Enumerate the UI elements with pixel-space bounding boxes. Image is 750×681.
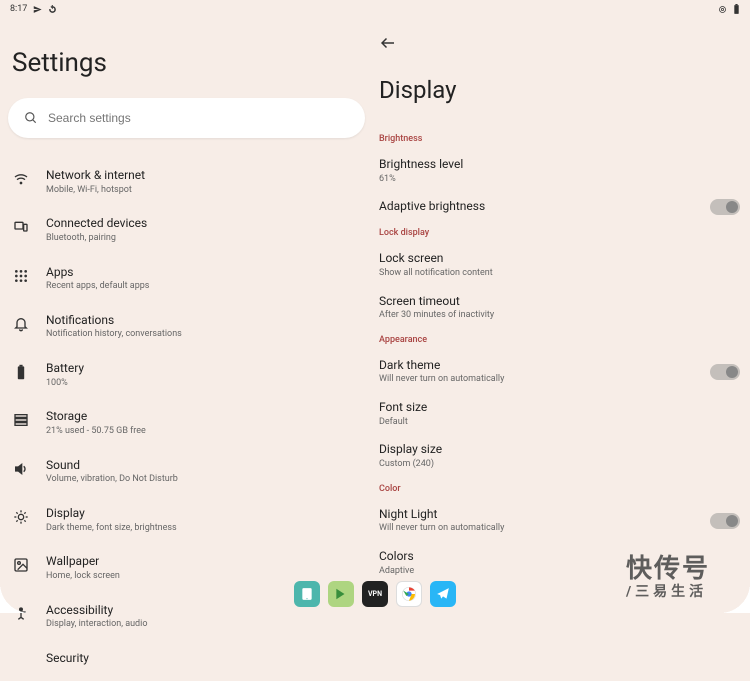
sidebar-item-apps[interactable]: AppsRecent apps, default apps — [12, 255, 363, 303]
sidebar-item-display[interactable]: DisplayDark theme, font size, brightness — [12, 496, 363, 544]
status-time: 8:17 — [10, 4, 27, 14]
sidebar-item-sound[interactable]: SoundVolume, vibration, Do Not Disturb — [12, 448, 363, 496]
item-sub: Volume, vibration, Do Not Disturb — [46, 474, 363, 486]
setting-sub: After 30 minutes of inactivity — [379, 310, 746, 322]
item-sub: Bluetooth, pairing — [46, 233, 363, 245]
sync-icon — [48, 5, 57, 14]
section-header: Color — [375, 478, 750, 500]
setting-title: Display size — [379, 442, 746, 458]
status-bar: 8:17 — [0, 0, 750, 18]
setting-title: Dark theme — [379, 358, 710, 374]
item-title: Network & internet — [46, 168, 363, 184]
item-title: Security — [46, 651, 363, 667]
bell-icon — [12, 315, 30, 333]
section-brightness: Brightness Brightness level61% Adaptive … — [375, 128, 750, 222]
wifi-icon — [12, 170, 30, 188]
item-title: Sound — [46, 458, 363, 474]
item-title: Notifications — [46, 313, 363, 329]
row-screen-timeout[interactable]: Screen timeoutAfter 30 minutes of inacti… — [375, 287, 750, 329]
item-title: Display — [46, 506, 363, 522]
section-header: Brightness — [375, 128, 750, 150]
taskbar-chrome[interactable] — [396, 581, 422, 607]
sidebar-item-battery[interactable]: Battery100% — [12, 351, 363, 399]
section-lock-display: Lock display Lock screenShow all notific… — [375, 222, 750, 329]
wallpaper-icon — [12, 556, 30, 574]
sidebar-item-devices[interactable]: Connected devicesBluetooth, pairing — [12, 206, 363, 254]
sidebar-item-security[interactable]: Security — [12, 641, 363, 681]
setting-sub: Default — [379, 417, 746, 429]
devices-icon — [12, 218, 30, 236]
setting-sub: 61% — [379, 174, 746, 186]
toggle-night-light[interactable] — [710, 513, 740, 529]
section-header: Lock display — [375, 222, 750, 244]
item-sub: 100% — [46, 378, 363, 390]
search-icon — [24, 111, 38, 125]
sidebar-item-storage[interactable]: Storage21% used - 50.75 GB free — [12, 399, 363, 447]
display-pane: Display Brightness Brightness level61% A… — [375, 18, 750, 613]
battery-status-icon — [733, 4, 740, 15]
section-header: Appearance — [375, 329, 750, 351]
setting-title: Lock screen — [379, 251, 746, 267]
item-sub: 21% used - 50.75 GB free — [46, 426, 363, 438]
setting-title: Screen timeout — [379, 294, 746, 310]
taskbar-play-store[interactable] — [328, 581, 354, 607]
row-lock-screen[interactable]: Lock screenShow all notification content — [375, 244, 750, 286]
sound-icon — [12, 460, 30, 478]
setting-title: Font size — [379, 400, 746, 416]
item-title: Apps — [46, 265, 363, 281]
item-sub: Notification history, conversations — [46, 329, 363, 341]
item-title: Battery — [46, 361, 363, 377]
watermark: 快传号/三易生活 — [626, 548, 710, 601]
settings-pane: Settings Network & internetMobile, Wi-Fi… — [0, 18, 375, 613]
display-icon — [12, 508, 30, 526]
item-sub: Recent apps, default apps — [46, 281, 363, 293]
taskbar-telegram[interactable] — [430, 581, 456, 607]
row-dark-theme[interactable]: Dark themeWill never turn on automatical… — [375, 351, 750, 393]
display-title: Display — [375, 52, 750, 128]
toggle-adaptive-brightness[interactable] — [710, 199, 740, 215]
storage-icon — [12, 411, 30, 429]
setting-sub: Will never turn on automatically — [379, 523, 710, 535]
corner-decoration — [0, 583, 30, 613]
back-button[interactable] — [375, 18, 750, 52]
toggle-dark-theme[interactable] — [710, 364, 740, 380]
setting-sub: Will never turn on automatically — [379, 374, 710, 386]
item-title: Storage — [46, 409, 363, 425]
search-input[interactable] — [48, 111, 349, 125]
row-night-light[interactable]: Night LightWill never turn on automatica… — [375, 500, 750, 542]
row-brightness-level[interactable]: Brightness level61% — [375, 150, 750, 192]
item-sub: Dark theme, font size, brightness — [46, 523, 363, 535]
corner-decoration — [720, 583, 750, 613]
item-sub: Mobile, Wi-Fi, hotspot — [46, 185, 363, 197]
taskbar: VPN — [294, 581, 456, 607]
security-icon — [12, 653, 30, 671]
row-adaptive-brightness[interactable]: Adaptive brightness — [375, 192, 750, 222]
row-font-size[interactable]: Font sizeDefault — [375, 393, 750, 435]
send-icon — [33, 5, 42, 14]
item-title: Connected devices — [46, 216, 363, 232]
setting-title: Brightness level — [379, 157, 746, 173]
taskbar-phone[interactable] — [294, 581, 320, 607]
search-box[interactable] — [8, 98, 365, 138]
setting-sub: Custom (240) — [379, 459, 746, 471]
signal-icon — [718, 5, 727, 14]
setting-title: Night Light — [379, 507, 710, 523]
taskbar-dark-app[interactable]: VPN — [362, 581, 388, 607]
page-title: Settings — [0, 18, 375, 98]
item-title: Wallpaper — [46, 554, 363, 570]
section-appearance: Appearance Dark themeWill never turn on … — [375, 329, 750, 478]
sidebar-item-notifications[interactable]: NotificationsNotification history, conve… — [12, 303, 363, 351]
battery-icon — [12, 363, 30, 381]
apps-icon — [12, 267, 30, 285]
sidebar-item-network[interactable]: Network & internetMobile, Wi-Fi, hotspot — [12, 158, 363, 206]
row-display-size[interactable]: Display sizeCustom (240) — [375, 435, 750, 477]
item-sub: Display, interaction, audio — [46, 619, 363, 631]
setting-sub: Show all notification content — [379, 268, 746, 280]
setting-title: Adaptive brightness — [379, 199, 710, 215]
